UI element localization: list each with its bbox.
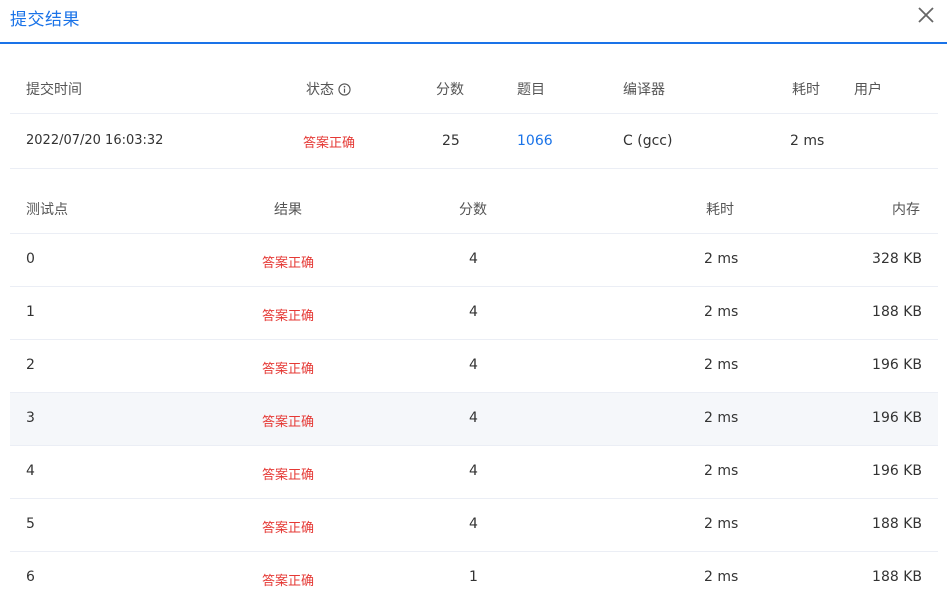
table-row: 3 答案正确 4 2 ms 196 KB [10, 393, 938, 445]
testcase-id: 4 [26, 463, 35, 479]
submission-time: 2022/07/20 16:03:32 [26, 133, 164, 148]
table-row: 4 答案正确 4 2 ms 196 KB [10, 446, 938, 498]
testcase-result: 答案正确 [262, 256, 315, 271]
testcase-id: 2 [26, 357, 35, 373]
problem-link[interactable]: 1066 [517, 133, 553, 149]
divider [10, 168, 938, 169]
testcase-result: 答案正确 [262, 468, 315, 483]
testcase-elapsed: 2 ms [704, 569, 739, 585]
testcase-memory: 196 KB [872, 357, 922, 373]
testcase-elapsed: 2 ms [704, 410, 739, 426]
testcase-score: 4 [469, 304, 478, 320]
submission-elapsed: 2 ms [790, 133, 825, 149]
testcase-id: 5 [26, 516, 35, 532]
header-status: 状态 [306, 79, 351, 99]
testcase-elapsed: 2 ms [704, 357, 739, 373]
testcase-memory: 188 KB [872, 304, 922, 320]
testcase-score: 4 [469, 357, 478, 373]
header-testcase-id: 测试点 [26, 202, 68, 218]
header-submit-time: 提交时间 [26, 82, 82, 98]
testcase-elapsed: 2 ms [704, 516, 739, 532]
testcase-result: 答案正确 [262, 362, 315, 377]
table-row: 6 答案正确 1 2 ms 188 KB [10, 552, 938, 604]
close-icon [918, 7, 934, 23]
dialog-header: 提交结果 [0, 0, 947, 44]
testcase-elapsed: 2 ms [704, 251, 739, 267]
testcase-memory: 188 KB [872, 569, 922, 585]
testcase-id: 0 [26, 251, 35, 267]
testcase-result: 答案正确 [262, 521, 315, 536]
header-status-label: 状态 [306, 82, 334, 98]
testcase-id: 6 [26, 569, 35, 585]
testcase-score: 4 [469, 251, 478, 267]
testcase-memory: 196 KB [872, 410, 922, 426]
testcase-memory: 328 KB [872, 251, 922, 267]
table-row: 2 答案正确 4 2 ms 196 KB [10, 340, 938, 392]
close-button[interactable] [917, 6, 935, 24]
testcase-score: 4 [469, 516, 478, 532]
header-user: 用户 [854, 82, 882, 98]
dialog-title: 提交结果 [10, 10, 80, 30]
header-elapsed: 耗时 [792, 82, 820, 98]
table-row: 1 答案正确 4 2 ms 188 KB [10, 287, 938, 339]
testcase-memory: 196 KB [872, 463, 922, 479]
header-problem: 题目 [517, 82, 545, 98]
header-testcase-score: 分数 [459, 202, 487, 218]
testcase-score: 4 [469, 410, 478, 426]
header-testcase-elapsed: 耗时 [706, 202, 734, 218]
testcase-result: 答案正确 [262, 309, 315, 324]
submission-compiler: C (gcc) [623, 133, 673, 149]
table-row: 0 答案正确 4 2 ms 328 KB [10, 234, 938, 286]
testcase-result: 答案正确 [262, 415, 315, 430]
submission-score: 25 [442, 133, 460, 149]
testcase-memory: 188 KB [872, 516, 922, 532]
header-result: 结果 [274, 202, 302, 218]
testcase-score: 4 [469, 463, 478, 479]
info-icon[interactable] [338, 83, 351, 96]
submission-status: 答案正确 [303, 136, 356, 151]
header-compiler: 编译器 [623, 82, 665, 98]
testcase-elapsed: 2 ms [704, 304, 739, 320]
testcase-id: 1 [26, 304, 35, 320]
header-score: 分数 [436, 82, 464, 98]
header-memory: 内存 [892, 202, 920, 218]
testcase-elapsed: 2 ms [704, 463, 739, 479]
divider [10, 113, 938, 114]
testcase-id: 3 [26, 410, 35, 426]
table-row: 5 答案正确 4 2 ms 188 KB [10, 499, 938, 551]
testcase-score: 1 [469, 569, 478, 585]
testcase-result: 答案正确 [262, 574, 315, 589]
